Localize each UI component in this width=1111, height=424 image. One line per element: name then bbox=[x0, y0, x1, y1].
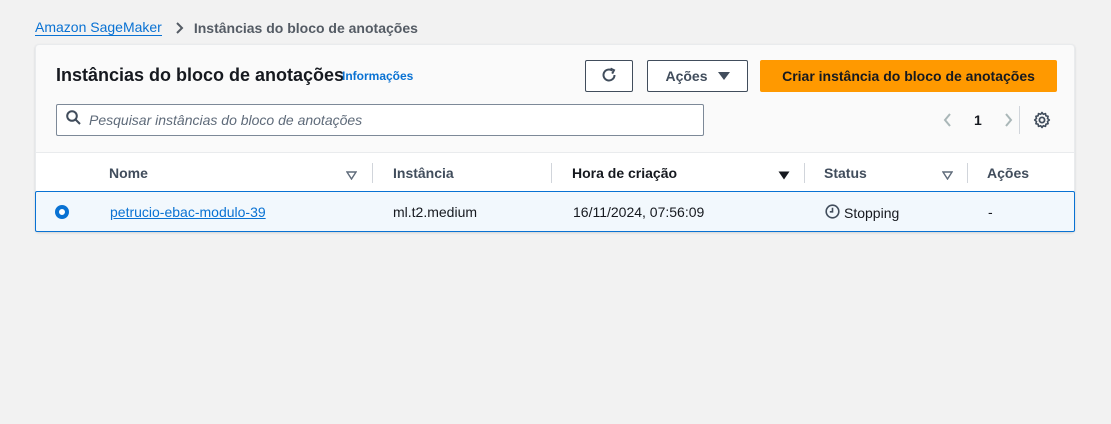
column-header-actions: Ações bbox=[987, 165, 1030, 181]
search-box bbox=[56, 104, 704, 136]
column-divider bbox=[372, 163, 373, 183]
cell-status: Stopping bbox=[825, 204, 899, 222]
notebook-instances-panel: Instâncias do bloco de anotações Informa… bbox=[35, 44, 1075, 232]
column-header-creation-time[interactable]: Hora de criação bbox=[572, 153, 677, 193]
column-header-name[interactable]: Nome bbox=[109, 153, 148, 193]
pagination-divider bbox=[1019, 106, 1020, 134]
breadcrumb-current: Instâncias do bloco de anotações bbox=[193, 19, 418, 36]
breadcrumb: Amazon SageMaker Instâncias do bloco de … bbox=[35, 19, 418, 36]
chevron-right-icon bbox=[175, 21, 184, 34]
info-link[interactable]: Informações bbox=[342, 69, 413, 83]
gear-icon[interactable] bbox=[1033, 111, 1051, 129]
pagination: 1 bbox=[939, 109, 1017, 131]
current-page-number[interactable]: 1 bbox=[974, 112, 982, 128]
cell-actions: - bbox=[988, 204, 993, 220]
table-header: Nome Instância Hora de criação Status Aç… bbox=[36, 152, 1074, 192]
sort-active-down-icon[interactable] bbox=[778, 167, 790, 185]
row-radio-selected[interactable] bbox=[55, 205, 69, 219]
actions-dropdown-button[interactable]: Ações bbox=[647, 60, 748, 92]
next-page-icon[interactable] bbox=[1001, 109, 1017, 131]
previous-page-icon[interactable] bbox=[939, 109, 955, 131]
status-text: Stopping bbox=[844, 205, 900, 221]
refresh-icon bbox=[600, 66, 618, 87]
cell-instance-type: ml.t2.medium bbox=[393, 204, 478, 220]
clock-icon bbox=[825, 204, 840, 222]
caret-down-icon bbox=[717, 68, 730, 84]
refresh-button[interactable] bbox=[585, 60, 633, 92]
column-divider bbox=[804, 163, 805, 183]
search-input[interactable] bbox=[89, 112, 669, 128]
column-header-instance: Instância bbox=[393, 165, 454, 181]
page-title: Instâncias do bloco de anotações bbox=[56, 65, 345, 85]
sort-down-icon[interactable] bbox=[941, 167, 954, 185]
create-notebook-instance-button[interactable]: Criar instância do bloco de anotações bbox=[760, 60, 1057, 92]
actions-label: Ações bbox=[665, 68, 708, 84]
panel-header: Instâncias do bloco de anotações Informa… bbox=[36, 45, 1074, 152]
cell-name: petrucio-ebac-modulo-39 bbox=[110, 204, 266, 220]
column-divider bbox=[967, 163, 968, 183]
breadcrumb-link-sagemaker[interactable]: Amazon SageMaker bbox=[35, 19, 162, 36]
column-header-status[interactable]: Status bbox=[824, 153, 867, 193]
sort-down-icon[interactable] bbox=[345, 167, 358, 185]
notebook-instance-link[interactable]: petrucio-ebac-modulo-39 bbox=[110, 204, 266, 220]
column-divider bbox=[551, 163, 552, 183]
search-icon bbox=[66, 110, 81, 130]
cell-creation-time: 16/11/2024, 07:56:09 bbox=[573, 204, 705, 220]
table-row[interactable]: petrucio-ebac-modulo-39 ml.t2.medium 16/… bbox=[35, 191, 1075, 232]
